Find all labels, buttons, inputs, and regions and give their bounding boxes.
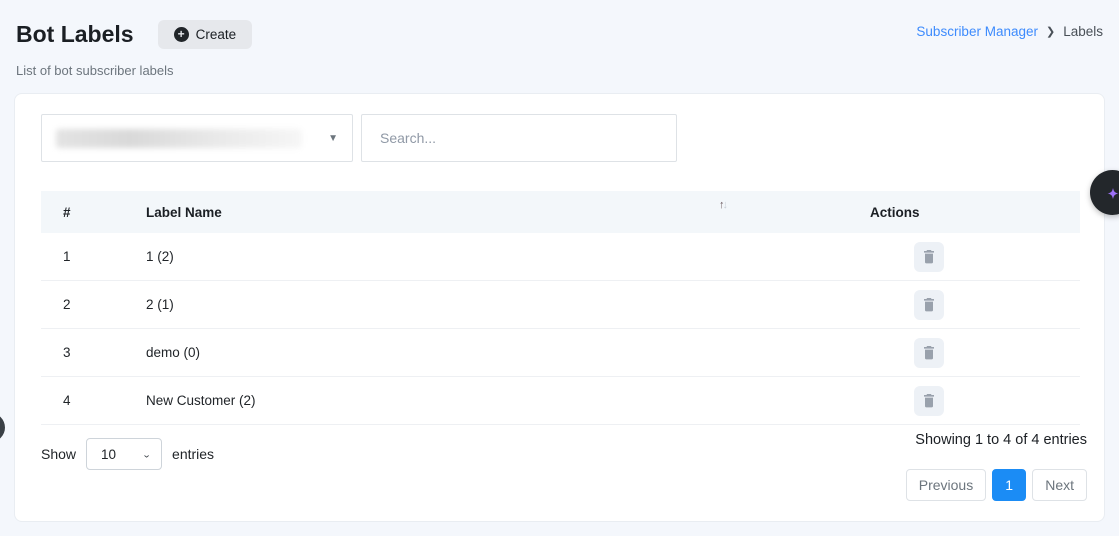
sort-icon[interactable]: ↑↓: [719, 199, 726, 211]
trash-icon: [922, 345, 936, 360]
labels-card: ▼ # Label Name Actions ↑↓ 1 1 (2) 2 2 (1…: [14, 93, 1105, 522]
caret-down-icon: ▼: [328, 133, 338, 144]
trash-icon: [922, 297, 936, 312]
sparkle-icon: [1103, 183, 1119, 203]
label-name: 1 (2): [146, 249, 870, 264]
delete-button[interactable]: [914, 338, 944, 368]
search-input[interactable]: [361, 114, 677, 162]
row-number: 1: [41, 249, 146, 264]
page-size-control: Show 10 ⌄ entries: [41, 438, 214, 470]
create-button-label: Create: [196, 27, 237, 42]
table-header-row: # Label Name Actions ↑↓: [41, 191, 1080, 233]
breadcrumb: Subscriber Manager ❯ Labels: [916, 24, 1103, 39]
label-name: demo (0): [146, 345, 870, 360]
bot-select-value-redacted: [56, 129, 302, 148]
breadcrumb-link-subscriber-manager[interactable]: Subscriber Manager: [916, 24, 1038, 39]
row-number: 3: [41, 345, 146, 360]
page-size-select[interactable]: 10 ⌄: [86, 438, 162, 470]
plus-circle-icon: +: [174, 27, 189, 42]
entries-label: entries: [172, 446, 214, 462]
previous-page-button[interactable]: Previous: [906, 469, 986, 501]
bot-select[interactable]: ▼: [41, 114, 353, 162]
page-header: Bot Labels + Create List of bot subscrib…: [16, 20, 1103, 78]
page-size-value: 10: [101, 447, 116, 462]
create-button[interactable]: + Create: [158, 20, 253, 49]
row-number: 2: [41, 297, 146, 312]
table-row: 2 2 (1): [41, 281, 1080, 329]
left-edge-widget-button[interactable]: [0, 413, 5, 442]
page-title: Bot Labels: [16, 21, 134, 48]
delete-button[interactable]: [914, 386, 944, 416]
breadcrumb-separator-icon: ❯: [1046, 25, 1055, 38]
labels-table: # Label Name Actions ↑↓ 1 1 (2) 2 2 (1): [41, 191, 1080, 425]
bot-labels-page: Bot Labels + Create List of bot subscrib…: [0, 0, 1119, 536]
pagination: Previous 1 Next: [906, 469, 1087, 501]
show-label: Show: [41, 446, 76, 462]
page-1-button[interactable]: 1: [992, 469, 1026, 501]
table-summary: Showing 1 to 4 of 4 entries: [915, 432, 1087, 448]
label-name: New Customer (2): [146, 393, 870, 408]
column-header-num: #: [41, 205, 146, 220]
row-number: 4: [41, 393, 146, 408]
delete-button[interactable]: [914, 242, 944, 272]
next-page-button[interactable]: Next: [1032, 469, 1087, 501]
delete-button[interactable]: [914, 290, 944, 320]
table-row: 4 New Customer (2): [41, 377, 1080, 425]
breadcrumb-current: Labels: [1063, 24, 1103, 39]
column-header-label-name[interactable]: Label Name: [146, 205, 870, 220]
table-row: 3 demo (0): [41, 329, 1080, 377]
page-subtitle: List of bot subscriber labels: [16, 63, 1103, 78]
trash-icon: [922, 393, 936, 408]
trash-icon: [922, 249, 936, 264]
label-name: 2 (1): [146, 297, 870, 312]
table-row: 1 1 (2): [41, 233, 1080, 281]
chevron-down-icon: ⌄: [142, 449, 151, 459]
column-header-actions: Actions: [870, 205, 1080, 220]
